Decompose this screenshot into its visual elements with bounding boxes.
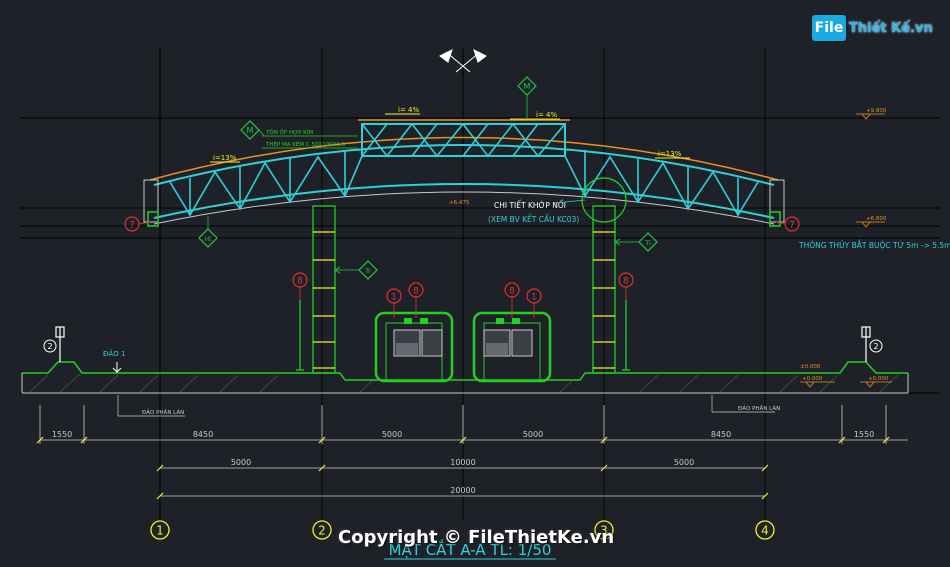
island-label: ĐẢO 1 — [103, 349, 125, 358]
svg-text:2: 2 — [47, 342, 52, 351]
svg-text:8: 8 — [623, 277, 629, 287]
dim-2-3: 5000 — [674, 458, 694, 467]
logo-mark: File — [812, 15, 846, 41]
grid-axis-1: 1 — [150, 520, 170, 540]
svg-text:7: 7 — [789, 221, 795, 231]
svg-text:8: 8 — [509, 287, 515, 297]
dim-2-2: 10000 — [450, 458, 475, 467]
svg-text:1: 1 — [391, 293, 397, 303]
dim-1-2: 8450 — [193, 430, 213, 439]
svg-text:8: 8 — [297, 277, 303, 287]
svg-text:M: M — [524, 82, 531, 91]
dimension-lines — [36, 405, 908, 500]
tag-m-top: M — [517, 76, 537, 118]
tag-ht: Ht — [198, 216, 218, 248]
grid-axis-2: 2 — [312, 520, 332, 540]
cad-drawing: i= 4% i= 4% i=13% i=13% TÔN ỐP HỢP KIM T… — [20, 48, 950, 560]
elev-mid: +6.800 — [866, 216, 887, 222]
svg-text:Tr: Tr — [364, 267, 371, 275]
elev-right-2: +0.000 — [868, 376, 889, 382]
marker-two-right: 2 — [869, 339, 883, 353]
svg-text:8: 8 — [413, 287, 419, 297]
tag-m-left: M — [240, 120, 265, 140]
elev-top: +9.800 — [866, 108, 887, 114]
ground-line — [21, 361, 909, 394]
island-arrow-icon — [112, 362, 122, 373]
column-left — [296, 205, 336, 374]
dim-1-1: 1550 — [52, 430, 72, 439]
copyright-watermark: Copyright © FileThietKe.vn — [338, 527, 615, 548]
elev-truss: +6.475 — [449, 200, 470, 206]
lamp-post-left — [55, 326, 65, 362]
dim-1-3: 5000 — [382, 430, 402, 439]
clearance-note: THÔNG THỦY BẮT BUỘC TỪ 5m -> 5.5m — [798, 240, 950, 250]
joint-detail-ref: (XEM BV KẾT CẤU KC03) — [488, 214, 579, 224]
canopy-truss — [143, 119, 785, 227]
roof-note-1: TÔN ỐP HỢP KIM — [265, 128, 313, 136]
slope-label-top-right: i= 4% — [536, 111, 557, 119]
svg-text:Ht: Ht — [204, 235, 212, 243]
dim-1-5: 8450 — [711, 430, 731, 439]
marker-eight-right-column: 8 — [618, 272, 634, 300]
marker-seven-left: 7 — [124, 216, 151, 232]
slope-label-right: i=13% — [658, 150, 682, 158]
lane-label-left: ĐẢO PHÂN LÀN — [142, 408, 184, 416]
elev-right-1: +0.000 — [802, 376, 823, 382]
marker-eight-left-column: 8 — [292, 272, 308, 300]
dim-2-1: 5000 — [231, 458, 251, 467]
lane-label-right: ĐẢO PHÂN LÀN — [738, 404, 780, 412]
toll-booth-left — [374, 311, 454, 383]
joint-detail-title: CHI TIẾT KHỚP NỐI — [494, 200, 566, 210]
dim-3-1: 20000 — [450, 486, 475, 495]
lane-leaders — [117, 395, 775, 417]
logo-text: Thiết Kế.vn — [849, 20, 933, 36]
svg-text:1: 1 — [531, 293, 537, 303]
svg-text:Ti: Ti — [644, 239, 651, 247]
site-logo: File Thiết Kế.vn — [812, 15, 933, 41]
slope-label-top-left: i= 4% — [398, 106, 419, 114]
tag-tr: Tr — [334, 260, 378, 280]
marker-two-left: 2 — [43, 339, 57, 353]
toll-booth-right — [472, 311, 552, 383]
svg-text:7: 7 — [129, 221, 135, 231]
lamp-post-right — [861, 326, 871, 362]
tag-ti: Ti — [614, 232, 658, 252]
slope-label-left: i=13% — [213, 154, 237, 162]
grid-lines — [20, 48, 940, 520]
svg-text:4: 4 — [761, 524, 769, 538]
grid-axis-4: 4 — [755, 520, 775, 540]
dim-1-4: 5000 — [523, 430, 543, 439]
roof-note-2: THÉP MẠ KẼM C 50X100X1.5 — [265, 140, 346, 148]
elev-left-small: ±0.000 — [800, 364, 821, 370]
svg-text:1: 1 — [156, 524, 164, 538]
svg-text:2: 2 — [873, 342, 878, 351]
svg-text:2: 2 — [318, 524, 326, 538]
column-right — [592, 205, 630, 374]
svg-text:M: M — [247, 126, 254, 135]
dim-1-6: 1550 — [854, 430, 874, 439]
